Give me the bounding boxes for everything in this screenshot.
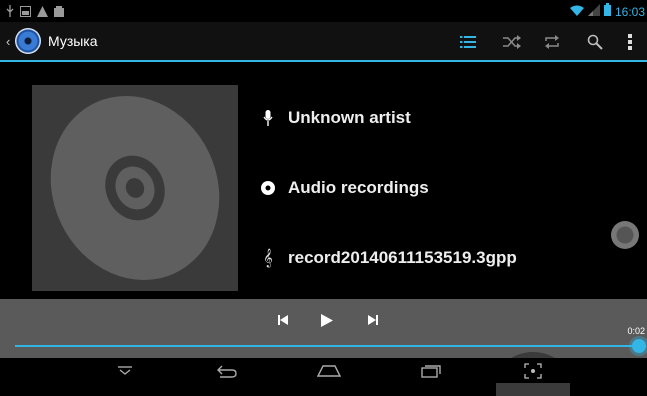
hide-keyboard-button[interactable]	[115, 362, 135, 380]
recent-apps-button[interactable]	[420, 362, 442, 380]
warning-icon	[37, 4, 48, 22]
shuffle-button[interactable]	[500, 31, 524, 53]
signal-icon	[587, 3, 600, 21]
wifi-icon	[569, 3, 584, 21]
seek-bar[interactable]	[15, 345, 640, 347]
shuffle-icon	[503, 35, 521, 49]
album-disc-icon	[258, 178, 278, 198]
album-name: Audio recordings	[288, 178, 429, 197]
status-clock: 16:03	[614, 5, 645, 19]
overflow-menu-icon	[628, 34, 632, 50]
chevron-down-icon	[118, 366, 132, 375]
scroll-handle[interactable]	[611, 221, 639, 249]
action-bar: ‹ Музыка	[0, 22, 647, 62]
album-art	[32, 85, 238, 291]
elapsed-time: 0:02	[627, 326, 645, 336]
repeat-icon	[545, 35, 559, 49]
screenshot-icon	[524, 363, 542, 379]
page-title: Музыка	[48, 33, 98, 49]
home-icon	[317, 365, 341, 377]
search-button[interactable]	[583, 31, 607, 53]
music-app-icon[interactable]	[15, 28, 41, 54]
usb-icon	[6, 5, 14, 21]
title-row: 𝄞 record20140611153519.3gpp	[258, 248, 517, 268]
treble-clef-icon: 𝄞	[263, 248, 273, 267]
back-button[interactable]	[215, 362, 239, 380]
artist-row: Unknown artist	[258, 108, 411, 128]
playback-controls: 0:02	[0, 299, 647, 358]
screenshot-button[interactable]	[522, 362, 544, 380]
overflow-menu-button[interactable]	[618, 31, 642, 53]
recent-apps-icon	[421, 365, 441, 378]
play-button[interactable]	[316, 311, 338, 329]
album-row: Audio recordings	[258, 178, 429, 198]
navigation-bar	[0, 358, 647, 383]
previous-button[interactable]	[272, 311, 294, 329]
microphone-icon	[258, 108, 278, 128]
home-button[interactable]	[316, 362, 342, 380]
image-icon	[20, 4, 31, 22]
repeat-button[interactable]	[540, 31, 564, 53]
playlist-button[interactable]	[456, 31, 480, 53]
search-icon	[587, 34, 603, 50]
storage-icon	[54, 4, 64, 22]
up-caret-icon[interactable]: ‹	[6, 34, 10, 49]
seek-thumb[interactable]	[632, 339, 646, 353]
play-icon	[321, 313, 333, 327]
battery-icon	[603, 3, 611, 21]
playlist-icon	[460, 36, 476, 48]
next-button[interactable]	[362, 311, 384, 329]
previous-icon	[278, 315, 288, 325]
back-icon	[217, 365, 237, 378]
disc-icon	[50, 96, 220, 280]
status-bar: 16:03	[0, 0, 647, 22]
track-title: record20140611153519.3gpp	[288, 248, 517, 267]
artist-name: Unknown artist	[288, 108, 411, 127]
next-icon	[368, 315, 378, 325]
